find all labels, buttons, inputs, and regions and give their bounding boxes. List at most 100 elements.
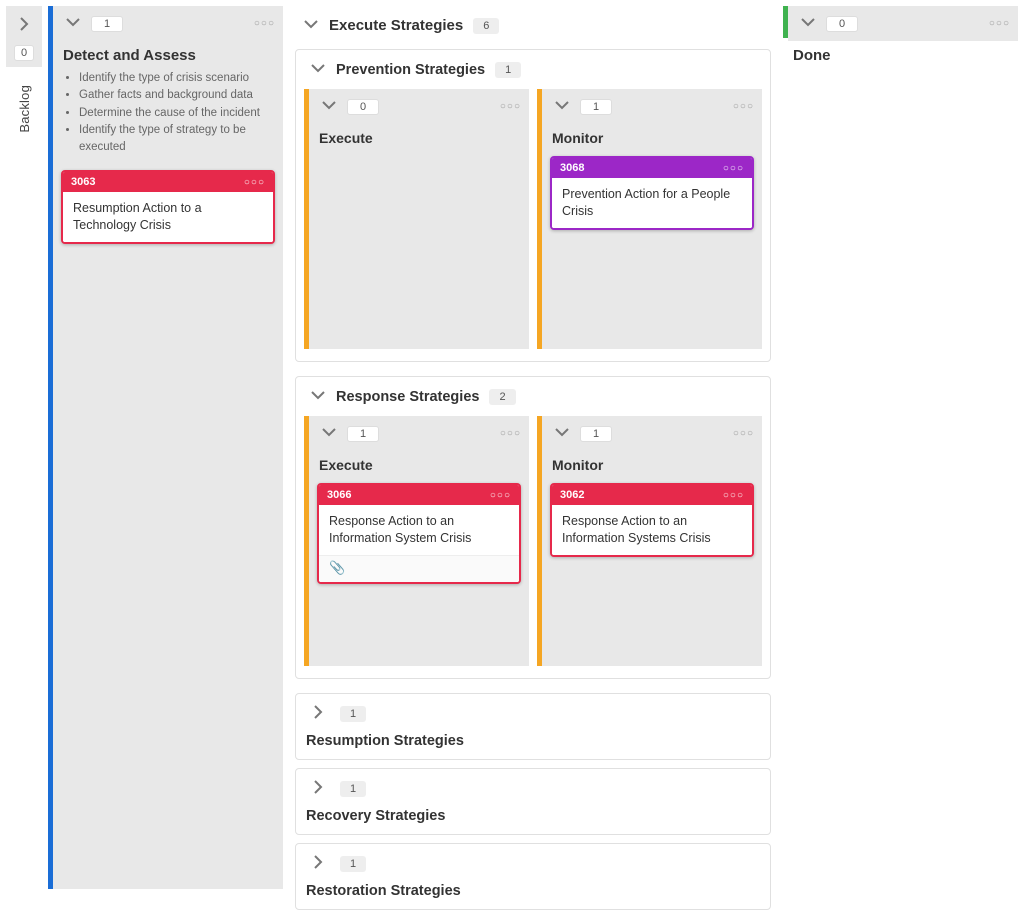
- lane-title: Monitor: [542, 124, 762, 152]
- card-3068[interactable]: 3068 ○○○ Prevention Action for a People …: [550, 156, 754, 230]
- chevron-down-icon: [554, 97, 570, 113]
- card-header: 3062 ○○○: [552, 485, 752, 505]
- prevention-monitor-lane: 1 ○○○ Monitor 3068 ○○○ Prevention Action…: [537, 89, 762, 349]
- backlog-count: 0: [14, 45, 34, 61]
- resumption-title: Resumption Strategies: [306, 727, 760, 749]
- execute-collapse-button[interactable]: [299, 12, 323, 39]
- done-count: 0: [826, 16, 858, 32]
- detect-bullet: Determine the cause of the incident: [79, 105, 273, 122]
- chevron-right-icon: [310, 854, 326, 870]
- response-monitor-lane: 1 ○○○ Monitor 3062 ○○○ Response Action t…: [537, 416, 762, 666]
- detect-description-list: Identify the type of crisis scenario Gat…: [53, 68, 283, 166]
- lane-menu-button[interactable]: ○○○: [500, 101, 521, 112]
- card-id: 3066: [327, 489, 351, 501]
- chevron-down-icon: [800, 14, 816, 30]
- lane-collapse-button[interactable]: [317, 420, 341, 447]
- detect-header: 1 ○○○: [53, 6, 283, 41]
- lane-count: 0: [347, 99, 379, 115]
- lane-menu-button[interactable]: ○○○: [733, 428, 754, 439]
- prevention-header: Prevention Strategies 1: [296, 50, 770, 89]
- card-id: 3063: [71, 176, 95, 188]
- detect-collapse-button[interactable]: [61, 10, 85, 37]
- backlog-label: Backlog: [17, 85, 32, 133]
- backlog-expand-button[interactable]: [14, 10, 34, 41]
- response-execute-lane: 1 ○○○ Execute 3066 ○○○ Response Action t…: [304, 416, 529, 666]
- card-title: Prevention Action for a People Crisis: [552, 178, 752, 228]
- restoration-count: 1: [340, 856, 366, 872]
- lane-collapse-button[interactable]: [550, 420, 574, 447]
- response-collapse-button[interactable]: [306, 383, 330, 410]
- detect-title: Detect and Assess: [53, 41, 283, 68]
- card-title: Response Action to an Information System…: [319, 505, 519, 555]
- done-collapse-button[interactable]: [796, 10, 820, 37]
- chevron-right-icon: [16, 16, 32, 32]
- lane-count: 1: [580, 99, 612, 115]
- lane-collapse-button[interactable]: [550, 93, 574, 120]
- card-header: 3066 ○○○: [319, 485, 519, 505]
- chevron-down-icon: [554, 424, 570, 440]
- done-menu-button[interactable]: ○○○: [989, 18, 1010, 29]
- restoration-title: Restoration Strategies: [306, 877, 760, 899]
- chevron-down-icon: [310, 387, 326, 403]
- card-3062[interactable]: 3062 ○○○ Response Action to an Informati…: [550, 483, 754, 557]
- card-menu-button[interactable]: ○○○: [723, 490, 744, 501]
- prevention-section: Prevention Strategies 1 0 ○○○: [295, 49, 771, 362]
- lane-title: Execute: [309, 451, 529, 479]
- lane-collapse-button[interactable]: [317, 93, 341, 120]
- recovery-title: Recovery Strategies: [306, 802, 760, 824]
- execute-count: 6: [473, 18, 499, 34]
- card-id: 3062: [560, 489, 584, 501]
- resumption-expand-button[interactable]: [306, 700, 330, 727]
- restoration-expand-button[interactable]: [306, 850, 330, 877]
- card-menu-button[interactable]: ○○○: [490, 490, 511, 501]
- prevention-count: 1: [495, 62, 521, 78]
- chevron-right-icon: [310, 779, 326, 795]
- detect-column: 1 ○○○ Detect and Assess Identify the typ…: [48, 6, 283, 889]
- card-title: Resumption Action to a Technology Crisis: [63, 192, 273, 242]
- detect-menu-button[interactable]: ○○○: [254, 18, 275, 29]
- attachment-icon: 📎: [329, 560, 345, 575]
- resumption-section: 1 Resumption Strategies: [295, 693, 771, 760]
- card-title: Response Action to an Information System…: [552, 505, 752, 555]
- detect-bullet: Identify the type of crisis scenario: [79, 70, 273, 87]
- card-id: 3068: [560, 162, 584, 174]
- chevron-down-icon: [65, 14, 81, 30]
- response-header: Response Strategies 2: [296, 377, 770, 416]
- done-column: 0 ○○○ Done: [783, 6, 1018, 889]
- response-title: Response Strategies: [336, 389, 479, 405]
- execute-title: Execute Strategies: [329, 17, 463, 34]
- recovery-count: 1: [340, 781, 366, 797]
- recovery-expand-button[interactable]: [306, 775, 330, 802]
- execute-header: Execute Strategies 6: [289, 6, 777, 45]
- lane-count: 1: [347, 426, 379, 442]
- resumption-count: 1: [340, 706, 366, 722]
- lane-title: Monitor: [542, 451, 762, 479]
- card-3066[interactable]: 3066 ○○○ Response Action to an Informati…: [317, 483, 521, 584]
- card-header: 3068 ○○○: [552, 158, 752, 178]
- response-count: 2: [489, 389, 515, 405]
- detect-bullet: Gather facts and background data: [79, 87, 273, 104]
- kanban-board: 0 Backlog 1 ○○○ Detect and Assess Identi…: [0, 0, 1024, 895]
- chevron-right-icon: [310, 704, 326, 720]
- card-menu-button[interactable]: ○○○: [723, 163, 744, 174]
- chevron-down-icon: [310, 60, 326, 76]
- detect-count: 1: [91, 16, 123, 32]
- lane-title: Execute: [309, 124, 529, 152]
- restoration-section: 1 Restoration Strategies: [295, 843, 771, 910]
- lane-count: 1: [580, 426, 612, 442]
- card-3063[interactable]: 3063 ○○○ Resumption Action to a Technolo…: [61, 170, 275, 244]
- backlog-header: 0: [6, 6, 42, 67]
- lane-menu-button[interactable]: ○○○: [733, 101, 754, 112]
- card-menu-button[interactable]: ○○○: [244, 177, 265, 188]
- prevention-collapse-button[interactable]: [306, 56, 330, 83]
- chevron-down-icon: [321, 424, 337, 440]
- chevron-down-icon: [303, 16, 319, 32]
- card-footer: 📎: [319, 555, 519, 582]
- prevention-execute-lane: 0 ○○○ Execute: [304, 89, 529, 349]
- response-section: Response Strategies 2 1 ○○○: [295, 376, 771, 679]
- backlog-column: 0 Backlog: [6, 6, 42, 889]
- chevron-down-icon: [321, 97, 337, 113]
- lane-menu-button[interactable]: ○○○: [500, 428, 521, 439]
- recovery-section: 1 Recovery Strategies: [295, 768, 771, 835]
- prevention-title: Prevention Strategies: [336, 62, 485, 78]
